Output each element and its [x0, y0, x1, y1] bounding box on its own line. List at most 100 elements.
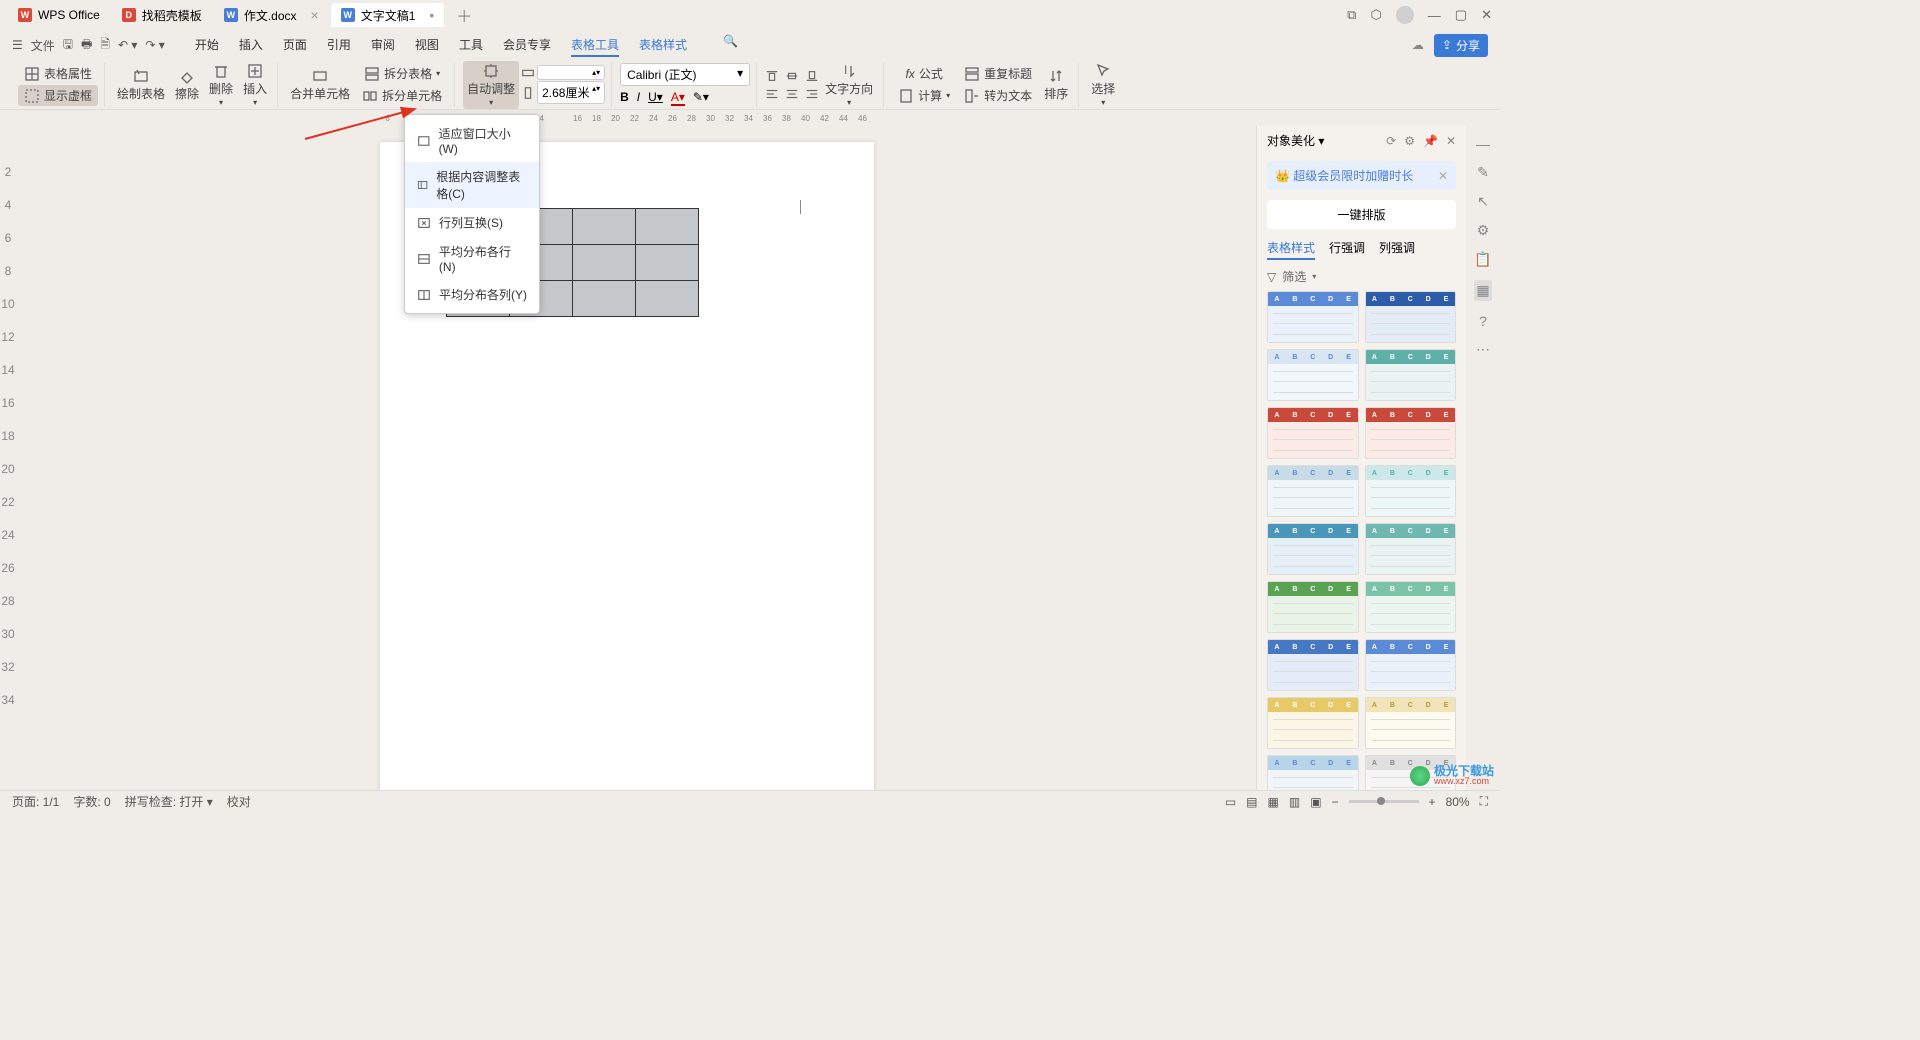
grid-icon[interactable]: ▦ — [1474, 280, 1491, 301]
table-style-preview[interactable]: ABCDE — [1267, 407, 1359, 459]
zoom-level[interactable]: 80% — [1446, 795, 1470, 809]
spellcheck-status[interactable]: 拼写检查: 打开 ▾ — [125, 793, 213, 810]
align-top-icon[interactable] — [765, 69, 779, 83]
save-icon[interactable]: 🖫 — [63, 35, 73, 56]
close-panel-icon[interactable]: ✕ — [1446, 134, 1456, 148]
text-direction-button[interactable]: I文字方向▾ — [821, 61, 877, 109]
rp-tab-col[interactable]: 列强调 — [1379, 239, 1415, 260]
reading-view-icon[interactable]: ▣ — [1310, 795, 1321, 809]
row-height-icon[interactable] — [521, 66, 535, 80]
refresh-icon[interactable]: ⟳ — [1386, 134, 1396, 148]
autofit-button[interactable]: 自动调整▾ — [463, 61, 519, 109]
sort-button[interactable]: 排序 — [1040, 66, 1072, 104]
clipboard-icon[interactable]: 📋 — [1474, 251, 1491, 268]
multiwin-icon[interactable]: ⧉ — [1347, 7, 1356, 23]
align-bottom-icon[interactable] — [805, 69, 819, 83]
to-text-button[interactable]: 转为文本 — [958, 85, 1038, 106]
print-preview-icon[interactable]: 🗎 — [100, 35, 110, 56]
merge-cells-button[interactable]: 合并单元格 — [286, 66, 354, 104]
font-color-button[interactable]: A▾ — [671, 90, 685, 106]
underline-button[interactable]: U▾ — [648, 90, 663, 106]
tab-wps-office[interactable]: WWPS Office — [8, 3, 110, 27]
tab-view[interactable]: 视图 — [415, 34, 439, 57]
page-view-icon[interactable]: ▤ — [1246, 795, 1257, 809]
dd-swap[interactable]: 行列互换(S) — [405, 208, 539, 237]
settings-icon[interactable]: ⚙ — [1477, 222, 1490, 239]
proof-status[interactable]: 校对 — [227, 793, 251, 810]
pencil-icon[interactable]: ✎ — [1477, 164, 1489, 181]
zoom-slider[interactable] — [1349, 800, 1419, 803]
document-canvas[interactable] — [18, 126, 1238, 790]
table-style-preview[interactable]: ABCDE — [1365, 639, 1457, 691]
table-style-preview[interactable]: ABCDE — [1267, 581, 1359, 633]
rp-tab-row[interactable]: 行强调 — [1329, 239, 1365, 260]
redo-icon[interactable]: ↷ ▾ — [145, 38, 164, 52]
table-style-preview[interactable]: ABCDE — [1365, 697, 1457, 749]
draw-table-button[interactable]: 绘制表格 — [113, 66, 169, 104]
zoom-out-icon[interactable]: − — [1332, 795, 1339, 809]
new-tab-button[interactable]: ＋ — [446, 3, 482, 27]
help-icon[interactable]: ? — [1479, 313, 1487, 329]
formula-button[interactable]: fx公式 — [892, 63, 956, 84]
close-window-icon[interactable]: ✕ — [1481, 7, 1492, 23]
tab-table-style[interactable]: 表格样式 — [639, 34, 687, 57]
tab-member[interactable]: 会员专享 — [503, 34, 551, 57]
pin-icon[interactable]: 📌 — [1423, 134, 1438, 148]
file-menu[interactable]: 文件 — [31, 37, 55, 54]
tab-template[interactable]: D找稻壳模板 — [112, 3, 212, 27]
filter-button[interactable]: ▽筛选▾ — [1257, 262, 1466, 291]
minimize-panel-icon[interactable]: — — [1476, 136, 1490, 152]
align-left-icon[interactable] — [765, 87, 779, 101]
gear-icon[interactable]: ⚙ — [1404, 134, 1415, 148]
tab-review[interactable]: 审阅 — [371, 34, 395, 57]
table-style-preview[interactable]: ABCDE — [1365, 465, 1457, 517]
word-count[interactable]: 字数: 0 — [73, 793, 110, 810]
rp-tab-style[interactable]: 表格样式 — [1267, 239, 1315, 260]
tab-reference[interactable]: 引用 — [327, 34, 351, 57]
close-banner-icon[interactable]: ✕ — [1438, 169, 1448, 183]
table-style-preview[interactable]: ABCDE — [1365, 407, 1457, 459]
table-style-preview[interactable]: ABCDE — [1267, 291, 1359, 343]
font-selector[interactable]: Calibri (正文)▾ — [620, 63, 750, 86]
align-right-icon[interactable] — [805, 87, 819, 101]
menu-icon[interactable]: ☰ — [12, 38, 23, 52]
cube-icon[interactable]: ⬡ — [1370, 7, 1381, 23]
tab-tools[interactable]: 工具 — [459, 34, 483, 57]
cloud-icon[interactable]: ☁ — [1412, 38, 1424, 52]
tab-page[interactable]: 页面 — [283, 34, 307, 57]
table-style-preview[interactable]: ABCDE — [1267, 755, 1359, 790]
outline-view-icon[interactable]: ▥ — [1289, 795, 1300, 809]
calculate-button[interactable]: 计算▾ — [892, 85, 956, 106]
print-icon[interactable]: 🖶 — [81, 35, 92, 56]
repeat-header-button[interactable]: 重复标题 — [958, 63, 1038, 84]
close-icon[interactable]: × — [311, 7, 319, 23]
share-button[interactable]: ⇪分享 — [1434, 34, 1488, 57]
table-style-preview[interactable]: ABCDE — [1365, 581, 1457, 633]
search-icon[interactable]: 🔍 — [723, 34, 738, 57]
select-button[interactable]: 选择▾ — [1087, 61, 1119, 109]
insert-button[interactable]: 插入▾ — [239, 61, 271, 109]
col-width-icon[interactable] — [521, 86, 535, 100]
web-view-icon[interactable]: ▦ — [1268, 795, 1279, 809]
highlight-button[interactable]: ✎▾ — [693, 90, 709, 106]
table-style-preview[interactable]: ABCDE — [1365, 349, 1457, 401]
align-center-icon[interactable] — [785, 87, 799, 101]
split-table-button[interactable]: 拆分表格▾ — [356, 63, 448, 84]
dd-distribute-cols[interactable]: 平均分布各列(Y) — [405, 280, 539, 309]
table-style-preview[interactable]: ABCDE — [1267, 697, 1359, 749]
book-icon[interactable]: ▭ — [1225, 795, 1236, 809]
avatar-icon[interactable] — [1396, 6, 1414, 24]
dd-fit-content[interactable]: 根据内容调整表格(C) — [405, 162, 539, 208]
close-icon[interactable]: • — [429, 7, 434, 23]
page-status[interactable]: 页面: 1/1 — [12, 793, 59, 810]
italic-button[interactable]: I — [637, 90, 640, 106]
member-banner[interactable]: 👑 超级会员限时加赠时长 ✕ — [1267, 161, 1456, 190]
row-height-input[interactable]: ▴▾ — [537, 65, 605, 80]
table-properties-button[interactable]: 表格属性 — [18, 63, 98, 84]
table-style-preview[interactable]: ABCDE — [1365, 291, 1457, 343]
tab-table-tools[interactable]: 表格工具 — [571, 34, 619, 57]
maximize-icon[interactable]: ▢ — [1455, 7, 1467, 23]
show-gridlines-button[interactable]: 显示虚框 — [18, 85, 98, 106]
zoom-in-icon[interactable]: + — [1429, 795, 1436, 809]
table-style-preview[interactable]: ABCDE — [1267, 523, 1359, 575]
